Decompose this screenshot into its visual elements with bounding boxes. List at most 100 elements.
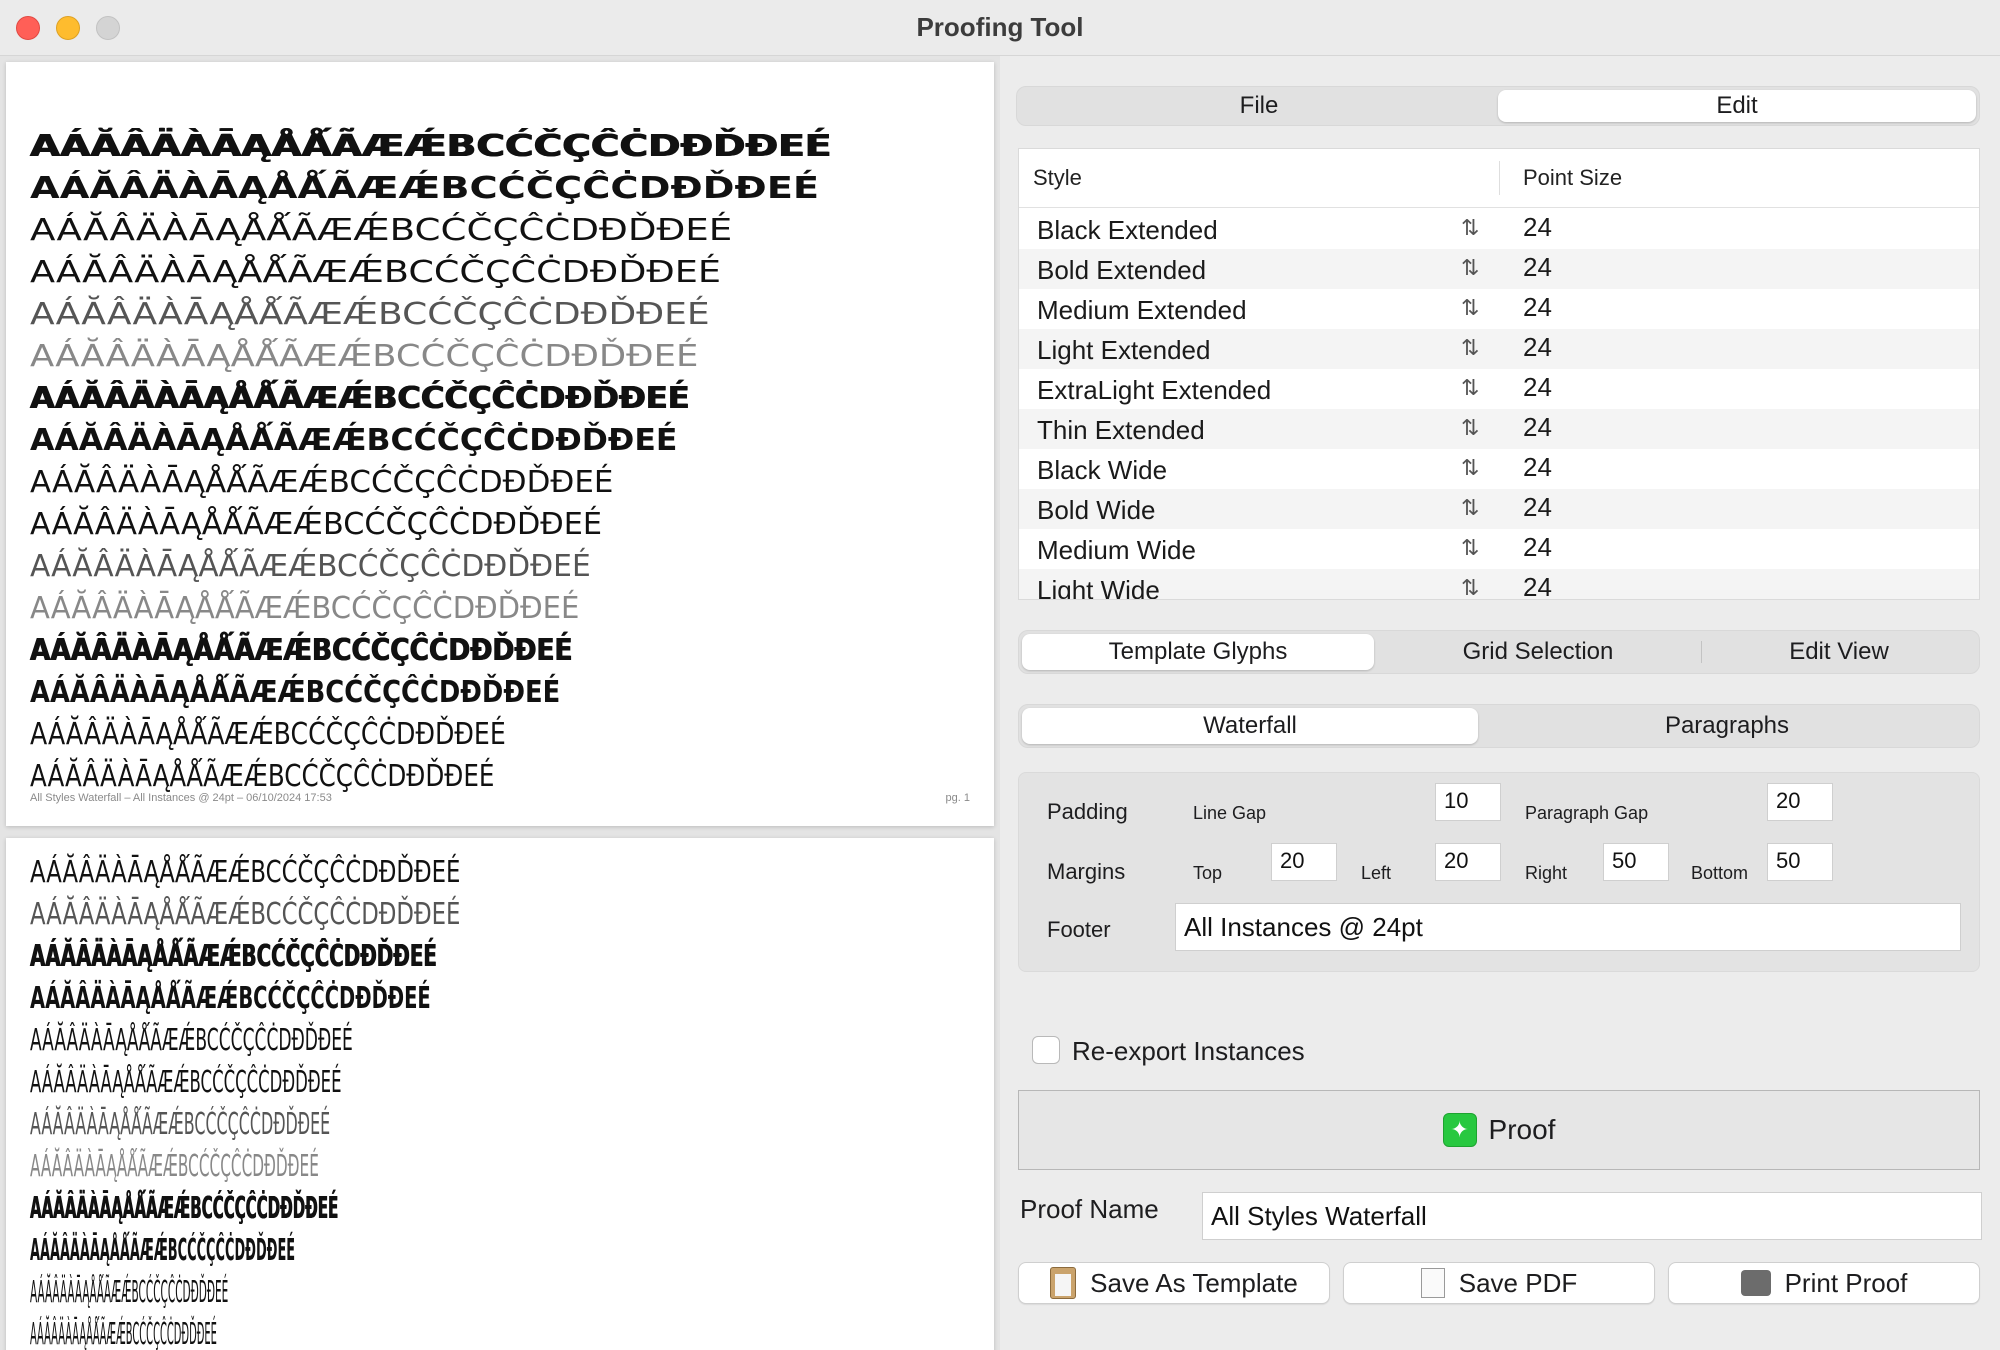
- point-size-value[interactable]: 24: [1523, 332, 1552, 363]
- page-number: pg. 1: [945, 792, 970, 804]
- save-pdf-label: Save PDF: [1458, 1267, 1578, 1298]
- point-size-value[interactable]: 24: [1523, 372, 1552, 403]
- page1-glyph-line: AÁĂÂÄÀĀĄÅǺÃÆǼBCĆČÇĈĊDĐĎĐEÉ: [30, 297, 710, 332]
- footer-label: Footer: [1047, 917, 1111, 942]
- reexport-instances-label: Re-export Instances: [1072, 1036, 1305, 1066]
- column-header-style[interactable]: Style: [1033, 149, 1082, 207]
- page2-glyph-line: AÁĂÂÄÀĀĄÅǺÃÆǼBCĆČÇĈĊDĐĎĐEÉ: [30, 981, 431, 1016]
- page2-glyph-line: AÁĂÂÄÀĀĄÅǺÃÆǼBCĆČÇĈĊDĐĎĐEÉ: [30, 1149, 319, 1184]
- mode-tabs: Template Glyphs Grid Selection Edit View: [1018, 630, 1980, 674]
- page1-glyph-line: AÁĂÂÄÀĀĄÅǺÃÆǼBCĆČÇĈĊDĐĎĐEÉ: [30, 675, 561, 710]
- styles-table: Style Point Size Black Extended ⇅ 24 Bold E…: [1018, 148, 1980, 600]
- save-pdf-button[interactable]: Save PDF: [1343, 1262, 1655, 1304]
- tab-file[interactable]: File: [1020, 90, 1498, 122]
- table-row[interactable]: Light Wide ⇅ 24: [1019, 569, 1979, 600]
- margin-bottom-field[interactable]: 50: [1767, 843, 1833, 881]
- tab-grid-selection[interactable]: Grid Selection: [1374, 634, 1702, 670]
- page2-glyph-line: AÁĂÂÄÀĀĄÅǺÃÆǼBCĆČÇĈĊDĐĎĐEÉ: [30, 1065, 342, 1100]
- point-size-value[interactable]: 24: [1523, 212, 1552, 243]
- sparkle-icon: ✦: [1442, 1113, 1477, 1147]
- proof-name-field[interactable]: All Styles Waterfall: [1202, 1192, 1982, 1240]
- stepper-icon[interactable]: ⇅: [1461, 375, 1479, 401]
- tab-edit[interactable]: Edit: [1498, 90, 1976, 122]
- stepper-icon[interactable]: ⇅: [1461, 415, 1479, 441]
- page1-glyph-line: AÁĂÂÄÀĀĄÅǺÃÆǼBCĆČÇĈĊDĐĎĐEÉ: [30, 423, 678, 458]
- margin-top-label: Top: [1193, 863, 1223, 883]
- point-size-value[interactable]: 24: [1523, 252, 1552, 283]
- table-row[interactable]: Black Wide ⇅ 24: [1019, 449, 1979, 489]
- page1-glyph-line: AÁĂÂÄÀĀĄÅǺÃÆǼBCĆČÇĈĊDĐĎĐEÉ: [30, 465, 614, 500]
- table-row[interactable]: ExtraLight Extended ⇅ 24: [1019, 369, 1979, 409]
- page-footer-text: All Styles Waterfall – All Instances @ 2…: [30, 792, 332, 804]
- style-name: Light Wide: [1037, 575, 1160, 600]
- stepper-icon[interactable]: ⇅: [1461, 495, 1479, 521]
- tab-template-glyphs[interactable]: Template Glyphs: [1022, 634, 1374, 670]
- table-row[interactable]: Thin Extended ⇅ 24: [1019, 409, 1979, 449]
- stepper-icon[interactable]: ⇅: [1461, 295, 1479, 321]
- settings-panel: File Edit Style Point Size Black Extende…: [1000, 56, 2000, 1350]
- page1-glyph-line: AÁĂÂÄÀĀĄÅǺÃÆǼBCĆČÇĈĊDĐĎĐEÉ: [30, 213, 733, 248]
- margin-top-field[interactable]: 20: [1271, 843, 1337, 881]
- tab-waterfall[interactable]: Waterfall: [1022, 708, 1478, 744]
- margin-bottom-label: Bottom: [1691, 863, 1749, 883]
- style-name: Bold Wide: [1037, 495, 1156, 525]
- margin-right-label: Right: [1525, 863, 1568, 883]
- stepper-icon[interactable]: ⇅: [1461, 335, 1479, 361]
- point-size-value[interactable]: 24: [1523, 412, 1552, 443]
- paragraph-gap-field[interactable]: 20: [1767, 783, 1833, 821]
- style-name: Medium Extended: [1037, 295, 1247, 325]
- stepper-icon[interactable]: ⇅: [1461, 455, 1479, 481]
- point-size-value[interactable]: 24: [1523, 292, 1552, 323]
- window-title: Proofing Tool: [916, 12, 1084, 42]
- waterfall-settings: Padding Line Gap 10 Paragraph Gap 20 Mar…: [1018, 772, 1980, 972]
- page1-glyph-line: AÁĂÂÄÀĀĄÅǺÃÆǼBCĆČÇĈĊDĐĎĐEÉ: [30, 255, 721, 290]
- point-size-value[interactable]: 24: [1523, 572, 1552, 599]
- margin-right-field[interactable]: 50: [1603, 843, 1669, 881]
- stepper-icon[interactable]: ⇅: [1461, 215, 1479, 241]
- margin-left-label: Left: [1361, 863, 1392, 883]
- page1-glyph-line: AÁĂÂÄÀĀĄÅǺÃÆǼBCĆČÇĈĊDĐĎĐEÉ: [30, 129, 832, 164]
- table-row[interactable]: Light Extended ⇅ 24: [1019, 329, 1979, 369]
- tab-paragraphs[interactable]: Paragraphs: [1478, 708, 1976, 744]
- page1-glyph-line: AÁĂÂÄÀĀĄÅǺÃÆǼBCĆČÇĈĊDĐĎĐEÉ: [30, 633, 573, 668]
- style-name: Light Extended: [1037, 335, 1211, 365]
- column-header-point-size[interactable]: Point Size: [1523, 149, 1622, 207]
- footer-field[interactable]: All Instances @ 24pt: [1175, 903, 1961, 951]
- clipboard-icon: [1050, 1267, 1077, 1299]
- table-row[interactable]: Medium Extended ⇅ 24: [1019, 289, 1979, 329]
- tab-edit-view[interactable]: Edit View: [1702, 634, 1976, 670]
- print-proof-button[interactable]: Print Proof: [1668, 1262, 1980, 1304]
- point-size-value[interactable]: 24: [1523, 532, 1552, 563]
- page2-glyph-line: AÁĂÂÄÀĀĄÅǺÃÆǼBCĆČÇĈĊDĐĎĐEÉ: [30, 1191, 339, 1226]
- style-name: Medium Wide: [1037, 535, 1196, 565]
- table-row[interactable]: Bold Wide ⇅ 24: [1019, 489, 1979, 529]
- point-size-value[interactable]: 24: [1523, 492, 1552, 523]
- margin-left-field[interactable]: 20: [1435, 843, 1501, 881]
- point-size-value[interactable]: 24: [1523, 452, 1552, 483]
- style-name: ExtraLight Extended: [1037, 375, 1272, 405]
- stepper-icon[interactable]: ⇅: [1461, 575, 1479, 599]
- page1-glyph-line: AÁĂÂÄÀĀĄÅǺÃÆǼBCĆČÇĈĊDĐĎĐEÉ: [30, 717, 506, 752]
- proof-preview[interactable]: AÁĂÂÄÀĀĄÅǺÃÆǼBCĆČÇĈĊDĐĎĐEÉ AÁĂÂÄÀĀĄÅǺÃÆǼB…: [0, 56, 1000, 1350]
- page1-glyph-line: AÁĂÂÄÀĀĄÅǺÃÆǼBCĆČÇĈĊDĐĎĐEÉ: [30, 171, 820, 206]
- reexport-instances-checkbox[interactable]: [1032, 1036, 1060, 1064]
- document-icon: [1420, 1268, 1445, 1298]
- proofing-tool-window: Proofing Tool AÁĂÂÄÀĀĄÅǺÃÆǼBCĆČÇĈĊDĐĎĐEÉ…: [0, 0, 2000, 1350]
- page2-glyph-line: AÁĂÂÄÀĀĄÅǺÃÆǼBCĆČÇĈĊDĐĎĐEÉ: [30, 1233, 296, 1268]
- stepper-icon[interactable]: ⇅: [1461, 535, 1479, 561]
- stepper-icon[interactable]: ⇅: [1461, 255, 1479, 281]
- table-row[interactable]: Bold Extended ⇅ 24: [1019, 249, 1979, 289]
- header-divider: [1019, 207, 1979, 208]
- save-as-template-button[interactable]: Save As Template: [1018, 1262, 1330, 1304]
- page2-glyph-line: AÁĂÂÄÀĀĄÅǺÃÆǼBCĆČÇĈĊDĐĎĐEÉ: [30, 1023, 353, 1058]
- line-gap-field[interactable]: 10: [1435, 783, 1501, 821]
- page2-glyph-line: AÁĂÂÄÀĀĄÅǺÃÆǼBCĆČÇĈĊDĐĎĐEÉ: [30, 1317, 217, 1350]
- padding-label: Padding: [1047, 799, 1128, 824]
- page1-glyph-line: AÁĂÂÄÀĀĄÅǺÃÆǼBCĆČÇĈĊDĐĎĐEÉ: [30, 759, 495, 794]
- preview-page-1: AÁĂÂÄÀĀĄÅǺÃÆǼBCĆČÇĈĊDĐĎĐEÉ AÁĂÂÄÀĀĄÅǺÃÆǼB…: [6, 62, 994, 826]
- table-row[interactable]: Black Extended ⇅ 24: [1019, 209, 1979, 249]
- table-row[interactable]: Medium Wide ⇅ 24: [1019, 529, 1979, 569]
- printer-icon: [1740, 1270, 1771, 1296]
- column-divider: [1499, 161, 1500, 195]
- proof-button[interactable]: ✦ Proof: [1018, 1090, 1980, 1170]
